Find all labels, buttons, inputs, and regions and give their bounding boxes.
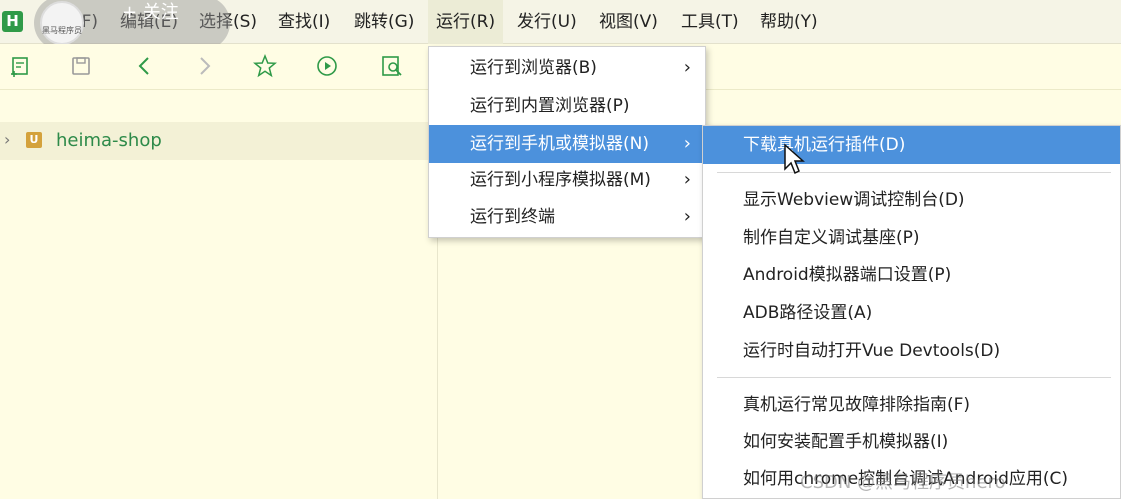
- menu-item-label: 运行到终端: [470, 207, 555, 227]
- menu-item-run-builtin-browser[interactable]: 运行到内置浏览器(P): [429, 87, 705, 125]
- menu-item-label: 运行到小程序模拟器(M): [470, 170, 651, 190]
- menu-item-label: 运行到手机或模拟器(N): [470, 134, 649, 154]
- follow-overlay[interactable]: 黑马程序员 + 关注: [34, 0, 230, 50]
- project-panel: › U heima-shop: [0, 90, 438, 499]
- menu-item-adb-path[interactable]: ADB路径设置(A): [703, 294, 1120, 332]
- menu-help[interactable]: 帮助(Y): [752, 0, 826, 44]
- menu-publish[interactable]: 发行(U): [509, 0, 585, 44]
- run-menu: 运行到浏览器(B) › 运行到内置浏览器(P) 运行到手机或模拟器(N) › 运…: [428, 46, 706, 238]
- back-icon[interactable]: [131, 53, 157, 79]
- menu-goto[interactable]: 跳转(G): [346, 0, 422, 44]
- menu-item-label: 运行到浏览器(B): [470, 58, 597, 78]
- preview-icon[interactable]: [379, 53, 405, 79]
- avatar: 黑马程序员: [40, 1, 84, 45]
- menu-tools[interactable]: 工具(T): [673, 0, 747, 44]
- forward-icon[interactable]: [192, 53, 218, 79]
- menu-item-run-miniprogram[interactable]: 运行到小程序模拟器(M) ›: [429, 161, 705, 199]
- menu-item-android-port[interactable]: Android模拟器端口设置(P): [703, 256, 1120, 294]
- follow-button[interactable]: + 关注: [122, 0, 179, 24]
- menu-separator: [717, 377, 1111, 378]
- star-icon[interactable]: [252, 53, 278, 79]
- app-logo-icon[interactable]: H: [2, 11, 23, 32]
- menu-item-run-terminal[interactable]: 运行到终端 ›: [429, 198, 705, 236]
- run-icon[interactable]: [314, 53, 340, 79]
- save-icon[interactable]: [68, 53, 94, 79]
- project-name: heima-shop: [56, 130, 162, 151]
- chevron-right-icon[interactable]: ›: [4, 130, 10, 149]
- chevron-right-icon: ›: [683, 133, 691, 154]
- menu-item-run-device[interactable]: 运行到手机或模拟器(N) ›: [429, 125, 705, 163]
- menu-item-vue-devtools[interactable]: 运行时自动打开Vue Devtools(D): [703, 332, 1120, 370]
- device-submenu: 下载真机运行插件(D) 显示Webview调试控制台(D) 制作自定义调试基座(…: [702, 125, 1121, 499]
- menu-item-webview-console[interactable]: 显示Webview调试控制台(D): [703, 181, 1120, 219]
- project-tree-item[interactable]: › U heima-shop: [0, 122, 438, 160]
- menu-view[interactable]: 视图(V): [591, 0, 666, 44]
- new-file-icon[interactable]: [7, 53, 33, 79]
- menu-item-label: 运行到内置浏览器(P): [470, 96, 630, 116]
- chevron-right-icon: ›: [683, 206, 691, 227]
- menu-item-troubleshoot[interactable]: 真机运行常见故障排除指南(F): [703, 386, 1120, 424]
- menu-item-download-plugin[interactable]: 下载真机运行插件(D): [703, 126, 1120, 164]
- chevron-right-icon: ›: [683, 169, 691, 190]
- menu-run[interactable]: 运行(R): [428, 0, 504, 44]
- avatar-label: 黑马程序员: [42, 26, 82, 35]
- menu-separator: [717, 172, 1111, 173]
- menu-item-custom-base[interactable]: 制作自定义调试基座(P): [703, 219, 1120, 257]
- uniapp-project-icon: U: [26, 132, 42, 148]
- chevron-right-icon: ›: [683, 57, 691, 78]
- menu-find[interactable]: 查找(I): [270, 0, 338, 44]
- menu-item-run-browser[interactable]: 运行到浏览器(B) ›: [429, 49, 705, 87]
- mouse-cursor-icon: [783, 143, 805, 177]
- menu-item-emulator-guide[interactable]: 如何安装配置手机模拟器(I): [703, 423, 1120, 461]
- watermark-text: CSDN @黑马程序员hero: [800, 472, 1006, 493]
